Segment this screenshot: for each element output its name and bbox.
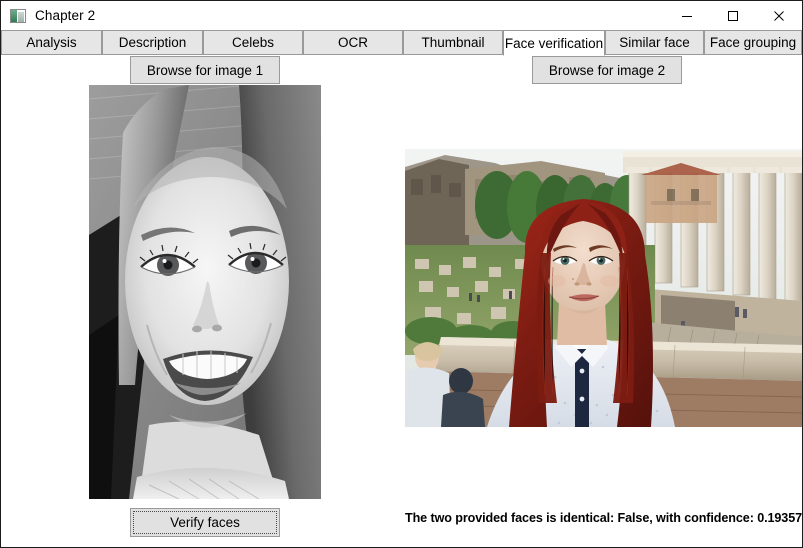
window-title: Chapter 2 [35,8,96,23]
image-1-preview[interactable] [89,85,321,499]
tab-label: Description [118,35,187,50]
maximize-icon [728,10,738,21]
maximize-button[interactable] [710,1,756,30]
image-2-preview[interactable] [405,149,802,427]
close-button[interactable] [756,1,802,30]
tab-label: Face verification [504,35,604,51]
verification-result-text: The two provided faces is identical: Fal… [405,511,803,525]
tab-label: Face grouping [709,35,797,50]
tab-face-grouping[interactable]: Face grouping [704,30,802,55]
application-window: Chapter 2 Analysis Description Celebs OC… [0,0,803,548]
app-window-icon [10,8,26,23]
face-verification-panel: Browse for image 1 Browse for image 2 Ve… [1,55,802,547]
tab-thumbnail[interactable]: Thumbnail [403,30,503,55]
title-bar: Chapter 2 [1,1,802,30]
tab-similar-face[interactable]: Similar face [605,30,704,55]
tab-label: OCR [338,35,368,50]
tab-label: Thumbnail [421,35,485,50]
tab-label: Celebs [231,35,275,50]
tab-label: Analysis [26,35,77,50]
image-2-graphic [405,149,802,427]
close-icon [774,10,784,21]
button-label: Browse for image 1 [146,62,264,78]
tab-celebs[interactable]: Celebs [203,30,303,55]
button-label: Browse for image 2 [548,62,666,78]
window-controls [664,1,802,30]
tab-bar: Analysis Description Celebs OCR Thumbnai… [1,30,802,56]
tab-ocr[interactable]: OCR [303,30,403,55]
button-label: Verify faces [170,515,240,530]
minimize-button[interactable] [664,1,710,30]
browse-for-image-2-button[interactable]: Browse for image 2 [532,56,682,84]
tab-analysis[interactable]: Analysis [1,30,102,55]
image-1-graphic [89,85,321,499]
tab-label: Similar face [619,35,690,50]
verify-faces-button[interactable]: Verify faces [130,508,280,537]
tab-face-verification[interactable]: Face verification [503,30,605,56]
browse-for-image-1-button[interactable]: Browse for image 1 [130,56,280,84]
tab-description[interactable]: Description [102,30,203,55]
minimize-icon [682,15,692,17]
